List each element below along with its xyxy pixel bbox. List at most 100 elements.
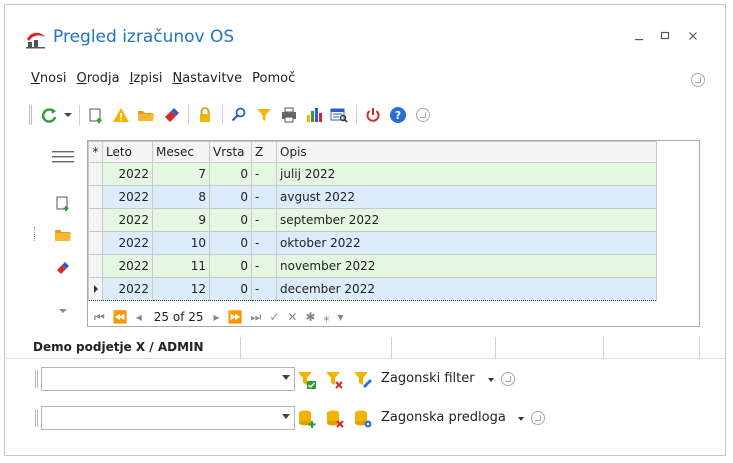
cell-mesec[interactable]: 12 [152, 277, 210, 301]
warning-button[interactable] [110, 104, 132, 126]
expand-icon[interactable] [501, 372, 515, 386]
column-header-vrsta[interactable]: Vrsta [209, 141, 252, 163]
table-row-current[interactable]: 2022 12 0 - december 2022 [88, 277, 657, 301]
append-record-icon[interactable]: ✱ [305, 310, 315, 324]
filter-button[interactable] [253, 104, 275, 126]
menu-expand-icon[interactable] [691, 73, 705, 87]
side-erase-button[interactable] [49, 257, 77, 281]
cell-leto[interactable]: 2022 [102, 231, 153, 255]
filter-edit-icon[interactable] [353, 370, 373, 390]
template-row-grip[interactable] [35, 409, 38, 427]
refresh-button[interactable] [38, 104, 60, 126]
chevron-down-icon[interactable] [282, 375, 290, 380]
cell-vrsta[interactable]: 0 [209, 162, 252, 186]
filter-remove-icon[interactable] [325, 370, 345, 390]
startup-template-combo[interactable] [41, 406, 295, 430]
report-search-button[interactable] [328, 104, 350, 126]
cell-opis[interactable]: oktober 2022 [276, 231, 657, 255]
cell-z[interactable]: - [251, 162, 277, 186]
side-menu-button[interactable] [49, 145, 77, 169]
row-indicator[interactable] [88, 208, 103, 232]
minimize-button[interactable] [629, 27, 649, 47]
previous-page-icon[interactable]: ⏪ [113, 310, 128, 324]
chevron-down-icon[interactable] [518, 417, 524, 421]
toolbar-expand-button[interactable] [412, 104, 434, 126]
filter-row-icon[interactable]: ▾ [338, 310, 344, 324]
table-row[interactable]: 2022 9 0 - september 2022 [88, 208, 657, 232]
next-page-icon[interactable]: ⏩ [228, 310, 243, 324]
cell-mesec[interactable]: 10 [152, 231, 210, 255]
cell-vrsta[interactable]: 0 [209, 231, 252, 255]
cell-opis[interactable]: avgust 2022 [276, 185, 657, 209]
last-record-icon[interactable]: ⏭ [251, 310, 262, 325]
table-row[interactable]: 2022 7 0 - julij 2022 [88, 162, 657, 186]
cell-leto[interactable]: 2022 [102, 254, 153, 278]
template-remove-icon[interactable] [325, 409, 345, 429]
table-row[interactable]: 2022 11 0 - november 2022 [88, 254, 657, 278]
startup-template-label[interactable]: Zagonska predloga [381, 410, 506, 425]
cell-leto[interactable]: 2022 [102, 208, 153, 232]
row-indicator[interactable] [88, 185, 103, 209]
cell-vrsta[interactable]: 0 [209, 185, 252, 209]
menu-pomoc[interactable]: Pomoč [252, 71, 295, 91]
close-button[interactable] [683, 27, 703, 47]
cell-leto[interactable]: 2022 [102, 162, 153, 186]
cell-vrsta[interactable]: 0 [209, 208, 252, 232]
menu-vnosi[interactable]: Vnosi [31, 71, 66, 91]
post-edit-icon[interactable]: ✓ [269, 310, 279, 324]
filter-row-grip[interactable] [35, 370, 38, 388]
cell-z[interactable]: - [251, 254, 277, 278]
cell-opis[interactable]: julij 2022 [276, 162, 657, 186]
cell-mesec[interactable]: 7 [152, 162, 210, 186]
template-add-icon[interactable] [297, 409, 317, 429]
column-header-mesec[interactable]: Mesec [152, 141, 210, 163]
cancel-edit-icon[interactable]: ✕ [287, 310, 297, 324]
startup-filter-combo[interactable] [41, 367, 295, 391]
lock-button[interactable] [194, 104, 216, 126]
next-record-icon[interactable]: ▸ [214, 310, 220, 324]
menu-nastavitve[interactable]: Nastavitve [172, 71, 242, 91]
row-indicator[interactable] [88, 254, 103, 278]
toolbar-grip[interactable] [29, 105, 32, 125]
side-folder-button[interactable] [49, 223, 77, 247]
menu-orodja[interactable]: Orodja [76, 71, 119, 91]
current-row-indicator[interactable] [88, 277, 103, 301]
menu-izpisi[interactable]: Izpisi [130, 71, 163, 91]
cell-z[interactable]: - [251, 185, 277, 209]
side-splitter[interactable] [34, 227, 35, 241]
column-header-z[interactable]: Z [251, 141, 277, 163]
grid-corner-cell[interactable]: * [88, 141, 103, 163]
help-button[interactable]: ? [387, 104, 409, 126]
cell-leto[interactable]: 2022 [102, 185, 153, 209]
search-button[interactable] [228, 104, 250, 126]
print-button[interactable] [278, 104, 300, 126]
power-button[interactable] [362, 104, 384, 126]
open-folder-button[interactable] [135, 104, 157, 126]
cell-z[interactable]: - [251, 231, 277, 255]
chevron-down-icon[interactable] [282, 414, 290, 419]
table-row[interactable]: 2022 10 0 - oktober 2022 [88, 231, 657, 255]
chart-button[interactable] [303, 104, 325, 126]
cell-leto[interactable]: 2022 [102, 277, 153, 301]
first-record-icon[interactable]: ⏮ [94, 310, 105, 325]
cell-mesec[interactable]: 9 [152, 208, 210, 232]
cell-opis[interactable]: november 2022 [276, 254, 657, 278]
expand-icon[interactable] [531, 411, 545, 425]
cell-mesec[interactable]: 11 [152, 254, 210, 278]
maximize-button[interactable] [655, 27, 675, 47]
column-header-opis[interactable]: Opis [276, 141, 657, 163]
cell-z[interactable]: - [251, 277, 277, 301]
startup-filter-label[interactable]: Zagonski filter [381, 371, 475, 386]
cell-mesec[interactable]: 8 [152, 185, 210, 209]
row-indicator[interactable] [88, 162, 103, 186]
erase-button[interactable] [160, 104, 182, 126]
filter-apply-icon[interactable] [297, 370, 317, 390]
previous-record-icon[interactable]: ◂ [136, 310, 142, 324]
row-indicator[interactable] [88, 231, 103, 255]
chevron-down-icon[interactable] [488, 378, 494, 382]
template-settings-icon[interactable] [353, 409, 373, 429]
cell-opis[interactable]: september 2022 [276, 208, 657, 232]
copy-record-icon[interactable]: ⁎ [324, 310, 330, 324]
cell-z[interactable]: - [251, 208, 277, 232]
new-record-button[interactable] [85, 104, 107, 126]
